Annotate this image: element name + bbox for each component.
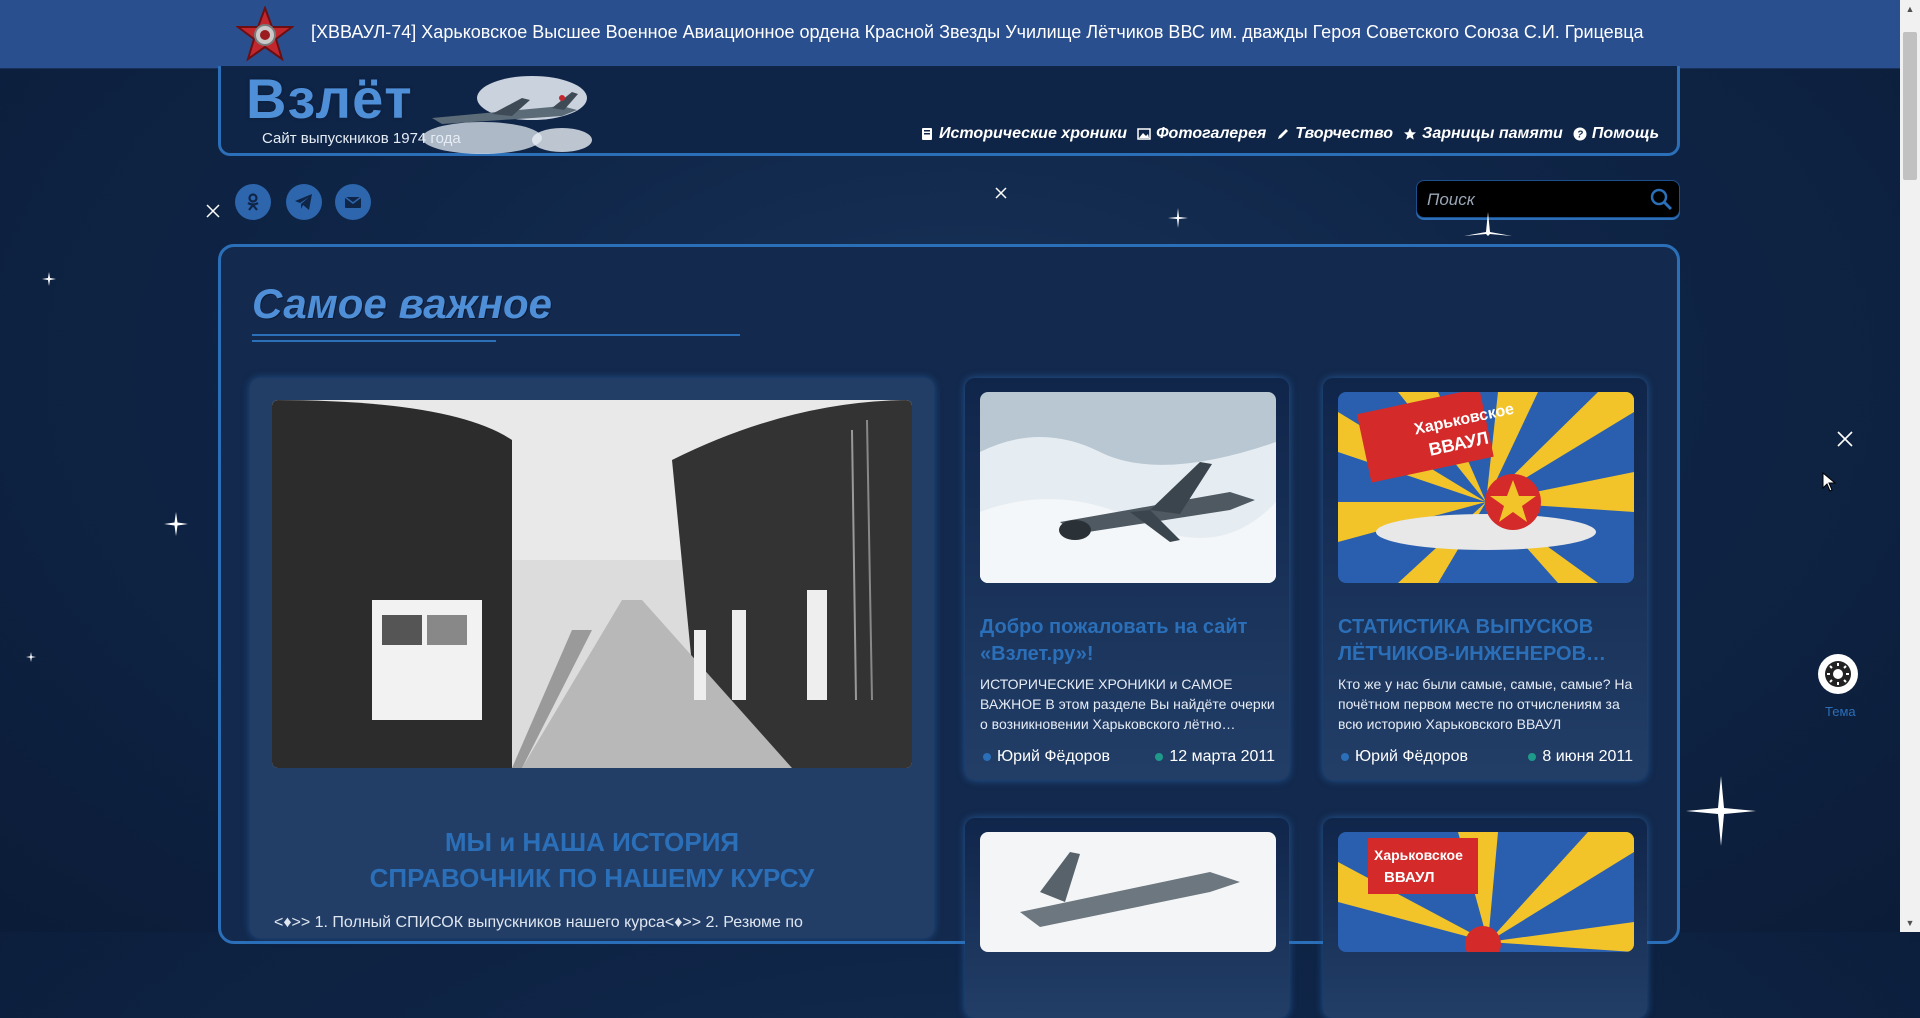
telegram-icon xyxy=(295,194,312,210)
odnoklassniki-icon xyxy=(247,193,259,211)
odnoklassniki-button[interactable] xyxy=(235,184,271,220)
author-dot-icon xyxy=(1341,753,1349,761)
card-excerpt: ИСТОРИЧЕСКИЕ ХРОНИКИ и САМОЕ ВАЖНОЕ В эт… xyxy=(980,676,1275,732)
nav-item-gallery[interactable]: Фотогалерея xyxy=(1137,125,1266,143)
search-input[interactable] xyxy=(1425,188,1639,212)
date-text: 8 июня 2011 xyxy=(1542,748,1633,765)
card-author[interactable]: Юрий Фёдоров xyxy=(1341,748,1468,766)
card-title[interactable]: Добро пожаловать на сайт «Взлет.ру»! xyxy=(980,614,1280,668)
card-author[interactable]: Юрий Фёдоров xyxy=(983,748,1110,766)
nav-item-label: Исторические хроники xyxy=(939,125,1128,142)
scroll-down-icon[interactable]: ▼ xyxy=(1900,914,1920,932)
nav-item-label: Помощь xyxy=(1591,125,1660,142)
nav-item-memory[interactable]: Зарницы памяти xyxy=(1403,125,1563,143)
star-icon xyxy=(1404,128,1417,140)
card-title[interactable]: СТАТИСТИКА ВЫПУСКОВ ЛЁТЧИКОВ-ИНЖЕНЕРОВ… xyxy=(1338,614,1638,668)
flag-text-line: Харьковское xyxy=(1374,847,1463,863)
featured-excerpt: <♦>> 1. Полный СПИСОК выпускников нашего… xyxy=(274,914,803,931)
nav-item-label: Зарницы памяти xyxy=(1422,125,1563,142)
news-card[interactable]: Харьковское ВВАУЛ СТАТИСТИКА ВЫПУСКОВ ЛЁ… xyxy=(1323,378,1647,780)
featured-title[interactable]: МЫ и НАША ИСТОРИЯ СПРАВОЧНИК ПО НАШЕМУ К… xyxy=(260,824,924,896)
question-icon: ? xyxy=(1573,127,1587,141)
sparkle-icon xyxy=(42,272,56,286)
nav-item-label: Творчество xyxy=(1295,125,1394,142)
email-button[interactable] xyxy=(335,184,371,220)
author-name: Юрий Фёдоров xyxy=(997,748,1110,765)
sparkle-icon xyxy=(164,512,188,536)
section-title: Самое важное xyxy=(252,280,552,327)
flag-text-line: ВВАУЛ xyxy=(1384,869,1434,886)
nav-item-chronicles[interactable]: Исторические хроники xyxy=(920,125,1127,143)
banner-title[interactable]: [ХВВАУЛ-74] Харьковское Высшее Военное А… xyxy=(311,22,1644,43)
sparkle-icon xyxy=(26,652,36,662)
telegram-button[interactable] xyxy=(286,184,322,220)
book-icon xyxy=(922,128,932,140)
jet-takeoff-photo[interactable] xyxy=(980,832,1276,952)
card-date: 12 марта 2011 xyxy=(1155,748,1275,766)
news-card[interactable]: Добро пожаловать на сайт «Взлет.ру»! ИСТ… xyxy=(965,378,1289,780)
sparkle-icon xyxy=(206,204,220,218)
nav-item-label: Фотогалерея xyxy=(1156,125,1267,142)
author-dot-icon xyxy=(983,753,991,761)
main-nav: Исторические хроники Фотогалерея Творчес… xyxy=(920,125,1659,143)
scrollbar-thumb[interactable] xyxy=(1903,32,1917,180)
search-box xyxy=(1416,180,1680,218)
scroll-up-icon[interactable]: ▲ xyxy=(1900,0,1920,18)
news-card[interactable]: Харьковское ВВАУЛ xyxy=(1323,818,1647,1018)
svg-text:?: ? xyxy=(1577,130,1583,141)
author-name: Юрий Фёдоров xyxy=(1355,748,1468,765)
sparkle-icon xyxy=(1837,431,1853,447)
site-subtitle: Сайт выпускников 1974 года xyxy=(262,130,461,147)
card-excerpt: Кто же у нас были самые, самые, самые? Н… xyxy=(1338,676,1633,732)
site-banner: [ХВВАУЛ-74] Харьковское Высшее Военное А… xyxy=(0,0,1900,69)
card-date: 8 июня 2011 xyxy=(1528,748,1633,766)
sparkle-icon xyxy=(995,187,1007,199)
featured-title-line: СПРАВОЧНИК ПО НАШЕМУ КУРСУ xyxy=(369,863,815,893)
scrollbar[interactable]: ▲ ▼ xyxy=(1900,0,1920,932)
news-card[interactable] xyxy=(965,818,1289,1018)
search-icon[interactable] xyxy=(1649,187,1673,211)
red-star-order-icon xyxy=(236,6,294,62)
sun-icon xyxy=(1825,661,1851,687)
title-underline xyxy=(252,340,496,342)
jet-in-clouds-photo[interactable] xyxy=(980,392,1276,583)
pencil-icon xyxy=(1278,129,1289,139)
sparkle-icon xyxy=(1464,212,1512,236)
date-dot-icon xyxy=(1528,753,1537,761)
featured-title-line: МЫ и НАША ИСТОРИЯ xyxy=(444,827,740,857)
nav-item-creativity[interactable]: Творчество xyxy=(1276,125,1393,143)
sparkle-icon xyxy=(1686,776,1756,846)
title-underline xyxy=(252,334,740,336)
theme-label[interactable]: Тема xyxy=(1825,704,1856,719)
vvaul-flag-photo[interactable]: Харьковское ВВАУЛ xyxy=(1338,392,1634,583)
date-text: 12 марта 2011 xyxy=(1169,748,1275,765)
image-icon xyxy=(1137,128,1151,140)
vvaul-flag-photo[interactable]: Харьковское ВВАУЛ xyxy=(1338,832,1634,952)
theme-toggle-button[interactable] xyxy=(1818,654,1858,694)
alley-photo[interactable] xyxy=(272,400,912,768)
mail-icon xyxy=(344,196,362,208)
nav-item-help[interactable]: ? Помощь xyxy=(1573,125,1659,143)
date-dot-icon xyxy=(1155,753,1164,761)
site-logo[interactable]: Взлёт xyxy=(246,66,413,131)
mouse-cursor-icon xyxy=(1822,472,1837,492)
sparkle-icon xyxy=(1168,208,1188,228)
